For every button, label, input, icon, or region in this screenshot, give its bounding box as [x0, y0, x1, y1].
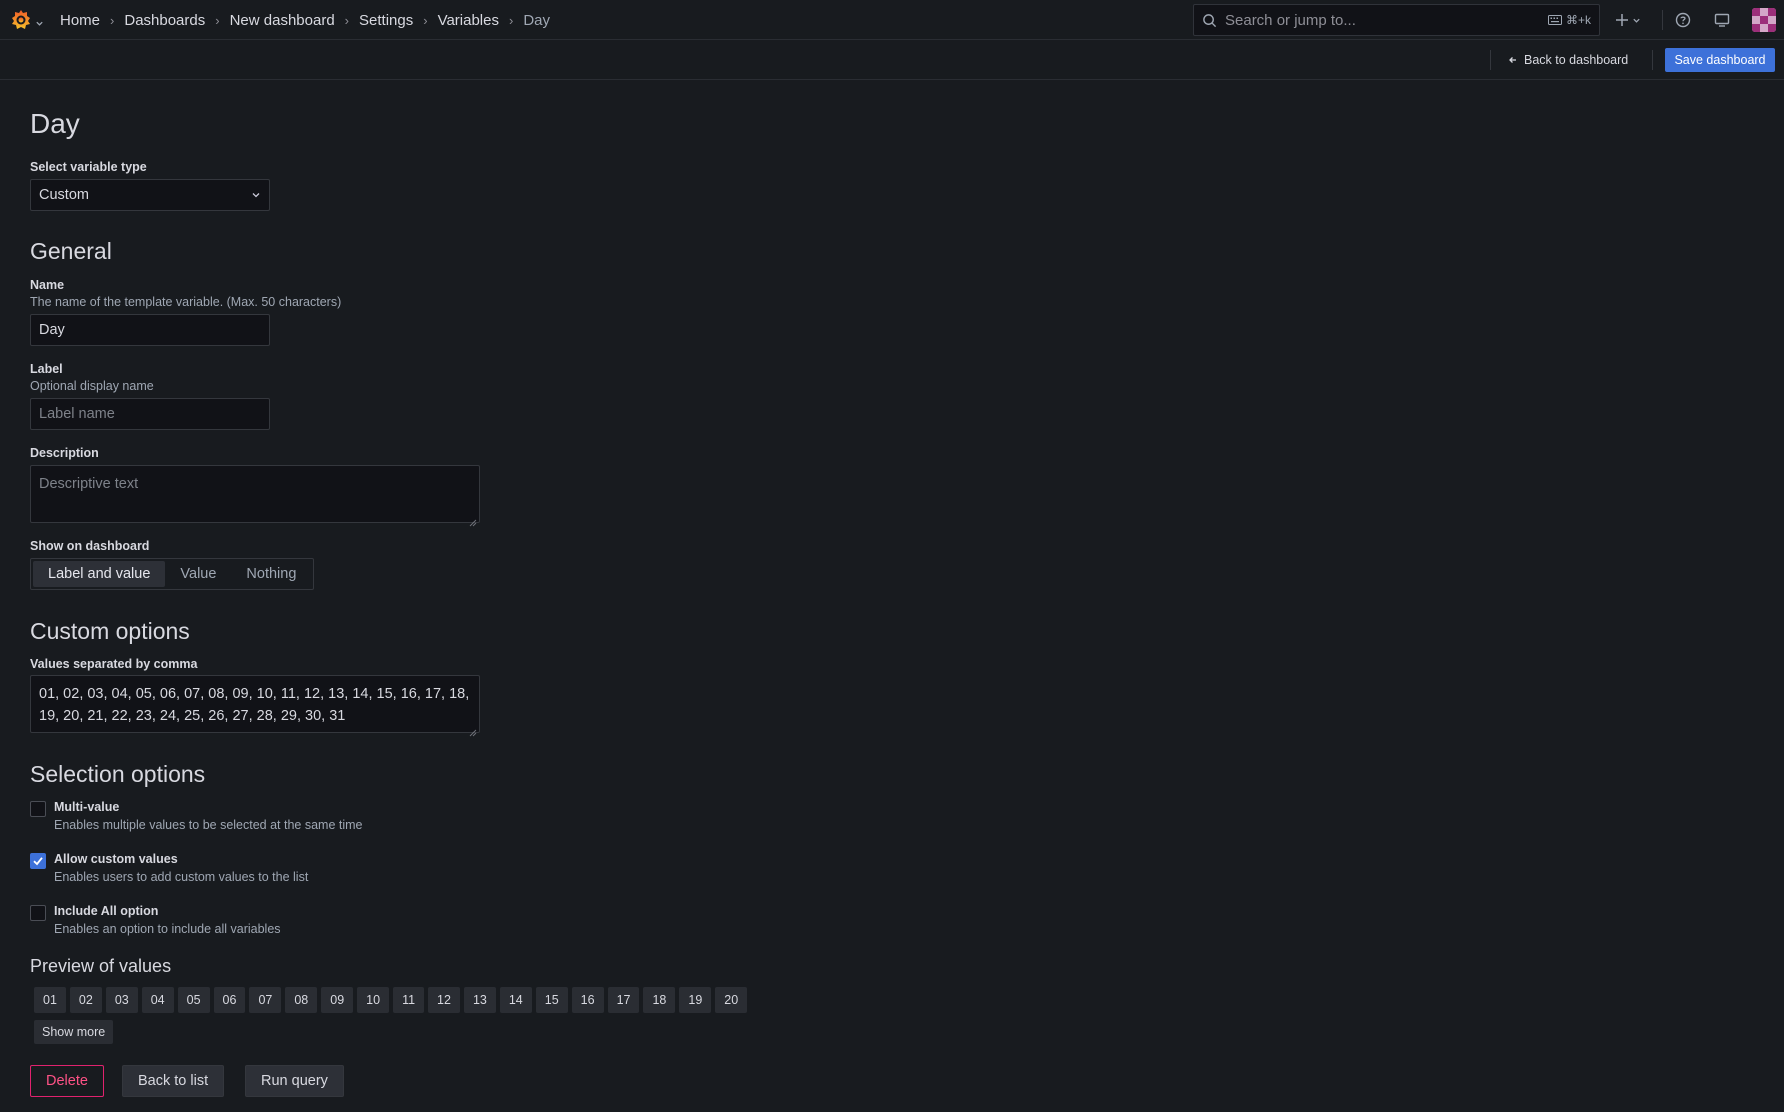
help-icon[interactable]: [1673, 10, 1693, 30]
breadcrumb-separator: ›: [508, 12, 514, 28]
multi-value-checkbox[interactable]: [30, 801, 46, 817]
preview-chip: 17: [607, 987, 640, 1013]
divider: [1662, 10, 1663, 30]
preview-chip: 20: [715, 987, 748, 1013]
preview-chip: 01: [34, 987, 66, 1013]
back-to-dashboard-label: Back to dashboard: [1524, 53, 1629, 67]
back-to-list-button[interactable]: Back to list: [122, 1065, 225, 1097]
divider: [1490, 50, 1491, 70]
check-icon: [33, 857, 43, 866]
preview-chip: 06: [213, 987, 246, 1013]
breadcrumb-dashboards[interactable]: Dashboards: [124, 12, 205, 29]
breadcrumb-separator: ›: [423, 12, 428, 28]
description-label: Description: [30, 446, 99, 460]
back-to-dashboard-button[interactable]: Back to dashboard: [1508, 48, 1628, 72]
name-label: Name: [30, 278, 65, 292]
preview-chip: 04: [141, 987, 174, 1013]
user-avatar[interactable]: [1752, 8, 1776, 32]
page-title: Day: [30, 108, 80, 139]
breadcrumb-settings[interactable]: Settings: [359, 12, 413, 29]
chevron-down-icon[interactable]: [1629, 10, 1643, 30]
radio-value[interactable]: Value: [165, 561, 231, 587]
breadcrumb-home[interactable]: Home: [60, 12, 100, 29]
description-placeholder: Descriptive text: [39, 476, 139, 492]
resize-grip-icon[interactable]: [469, 722, 477, 737]
breadcrumb-separator: ›: [110, 12, 115, 28]
show-on-dashboard-label: Show on dashboard: [30, 539, 150, 553]
multi-value-description: Enables multiple values to be selected a…: [54, 818, 363, 832]
custom-options-heading: Custom options: [30, 618, 190, 644]
show-on-dashboard-radio-group: Label and value Value Nothing: [30, 558, 315, 590]
include-all-title: Include All option: [54, 904, 159, 918]
breadcrumb: Home › Dashboards › New dashboard › Sett…: [60, 0, 550, 40]
news-icon[interactable]: [1712, 10, 1732, 30]
values-label: Values separated by comma: [30, 657, 198, 671]
preview-chip: 19: [679, 987, 712, 1013]
values-line: 01, 02, 03, 04, 05, 06, 07, 08, 09, 10, …: [39, 686, 470, 702]
breadcrumb-new-dashboard[interactable]: New dashboard: [230, 12, 335, 29]
radio-nothing[interactable]: Nothing: [231, 561, 311, 587]
preview-chip: 13: [463, 987, 496, 1013]
top-nav-bar: Home › Dashboards › New dashboard › Sett…: [0, 0, 1784, 40]
chevron-down-icon[interactable]: [35, 15, 44, 26]
run-query-button[interactable]: Run query: [245, 1065, 344, 1097]
resize-grip-icon[interactable]: [469, 512, 477, 527]
allow-custom-values-checkbox[interactable]: [30, 853, 46, 869]
preview-chip: 02: [69, 987, 102, 1013]
allow-custom-values-description: Enables users to add custom values to th…: [54, 870, 309, 884]
selection-options-heading: Selection options: [30, 761, 206, 787]
label-label: Label: [30, 362, 63, 376]
delete-button[interactable]: Delete: [30, 1065, 104, 1097]
arrow-left-icon: [1508, 55, 1518, 65]
preview-chip: 12: [428, 987, 460, 1013]
breadcrumb-current: Day: [523, 11, 551, 29]
preview-chip: 14: [499, 987, 532, 1013]
label-description: Optional display name: [30, 379, 154, 393]
multi-value-title: Multi-value: [54, 800, 120, 814]
preview-chip: 09: [321, 987, 354, 1013]
chevron-down-icon: [251, 190, 261, 200]
variable-type-value: Custom: [39, 187, 89, 203]
search-shortcut: ⌘+k: [1547, 13, 1591, 27]
divider: [1652, 50, 1653, 70]
preview-chip: 15: [535, 987, 568, 1013]
grafana-logo-icon[interactable]: [9, 8, 33, 32]
preview-values: 01 02 03 04 05 06 07 08 09 10 11 12 13 1…: [34, 987, 748, 1013]
values-textarea[interactable]: 01, 02, 03, 04, 05, 06, 07, 08, 09, 10, …: [30, 675, 480, 737]
description-textarea[interactable]: Descriptive text: [30, 465, 480, 527]
show-more-button[interactable]: Show more: [34, 1020, 114, 1044]
allow-custom-values-title: Allow custom values: [54, 852, 178, 866]
search-icon: [1202, 13, 1217, 28]
preview-chip: 07: [249, 987, 282, 1013]
include-all-description: Enables an option to include all variabl…: [54, 922, 281, 936]
breadcrumb-separator: ›: [215, 12, 220, 28]
preview-heading: Preview of values: [30, 956, 172, 976]
breadcrumb-variables[interactable]: Variables: [438, 12, 499, 29]
search-placeholder: Search or jump to...: [1225, 11, 1356, 29]
values-line: 19, 20, 21, 22, 23, 24, 25, 26, 27, 28, …: [39, 708, 346, 724]
preview-chip: 10: [357, 987, 390, 1013]
save-dashboard-button[interactable]: Save dashboard: [1665, 48, 1775, 72]
preview-chip: 16: [571, 987, 604, 1013]
name-input[interactable]: Day: [30, 314, 270, 346]
breadcrumb-separator: ›: [344, 12, 350, 28]
preview-chip: 05: [177, 987, 210, 1013]
keyboard-icon: [1547, 15, 1562, 25]
variable-type-label: Select variable type: [30, 160, 147, 174]
general-heading: General: [30, 238, 112, 264]
preview-chip: 11: [393, 987, 425, 1013]
preview-chip: 08: [285, 987, 318, 1013]
preview-chip: 03: [105, 987, 138, 1013]
preview-chip: 18: [643, 987, 676, 1013]
label-input[interactable]: Label name: [30, 398, 270, 430]
radio-label-and-value[interactable]: Label and value: [33, 561, 166, 587]
search-input[interactable]: Search or jump to... ⌘+k: [1193, 4, 1600, 36]
name-description: The name of the template variable. (Max.…: [30, 295, 342, 309]
variable-type-select[interactable]: Custom: [30, 179, 270, 211]
include-all-checkbox[interactable]: [30, 905, 46, 921]
